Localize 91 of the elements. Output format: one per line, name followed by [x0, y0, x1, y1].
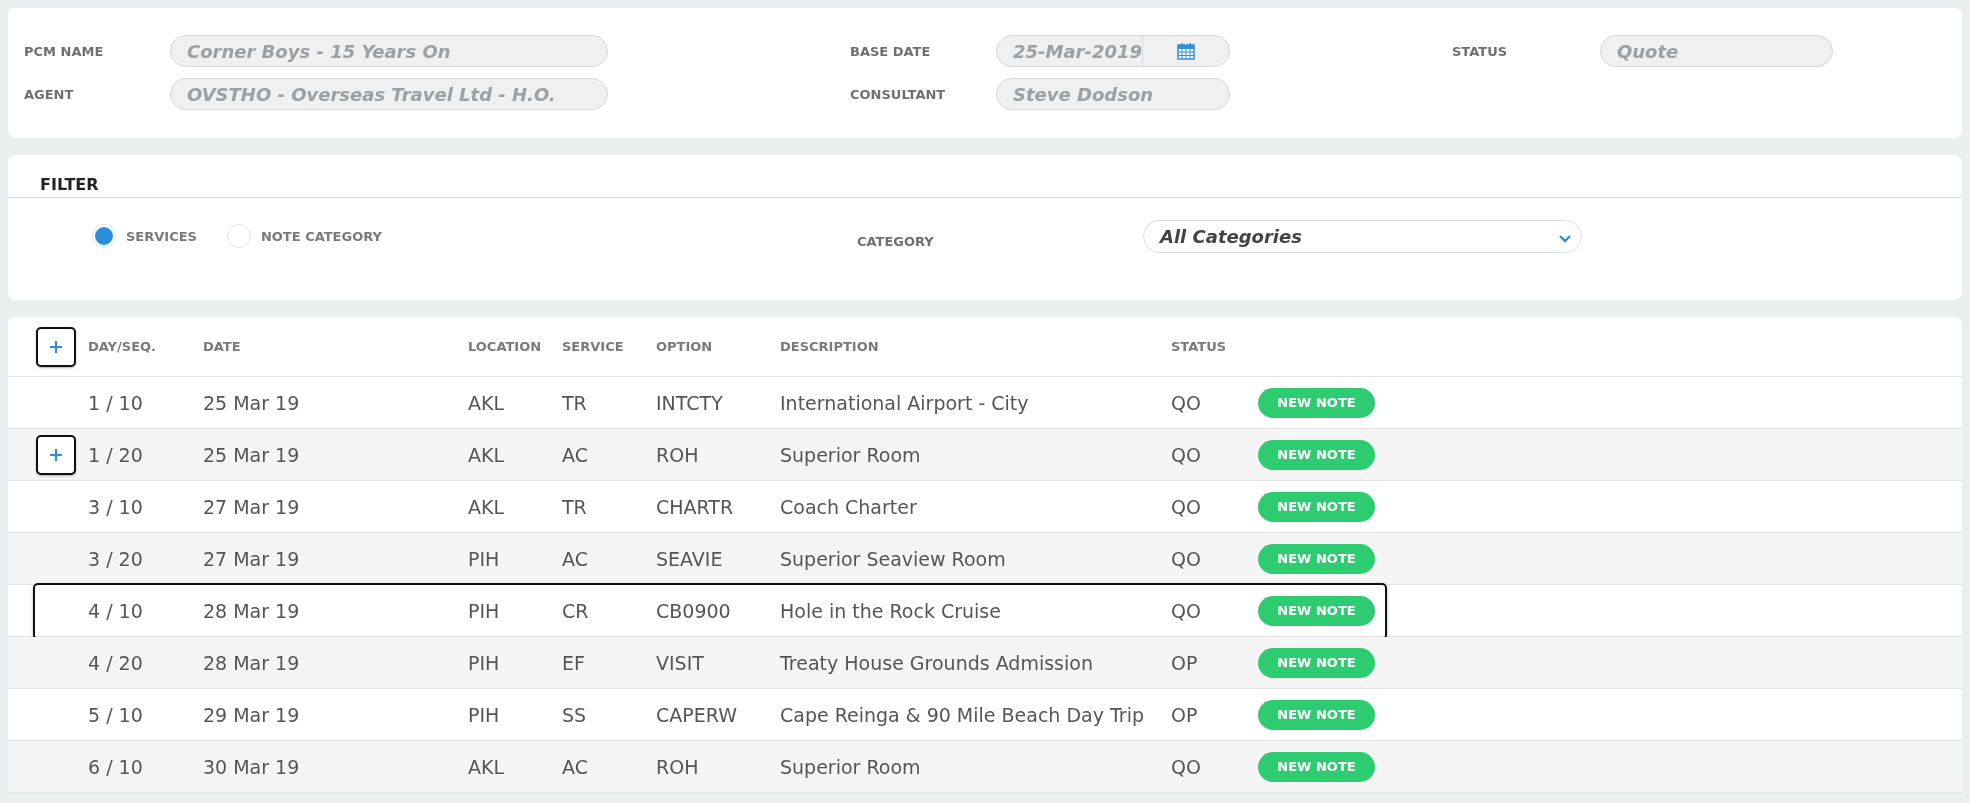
new-note-button[interactable]: NEW NOTE [1258, 595, 1375, 626]
table-cell-text: CHARTR [656, 495, 735, 518]
table-cell-text: CAPERW [656, 703, 738, 726]
table-cell-text: 25 Mar 19 [203, 391, 301, 414]
table-cell-text: Superior Room [780, 755, 922, 778]
table-cell-text: AC [562, 547, 589, 570]
field-label: CONSULTANT [850, 86, 947, 102]
table-cell-text: OP [1171, 703, 1199, 726]
table-cell-text: VISIT [656, 651, 705, 674]
table-cell-text: INTCTY [656, 391, 724, 414]
table-cell-text: SEAVIE [656, 547, 724, 570]
date-field[interactable]: 25-Mar-2019 [996, 35, 1230, 67]
table-cell-text: AC [562, 443, 589, 466]
chevron-down-icon [1559, 234, 1571, 243]
table-cell-text: Hole in the Rock Cruise [780, 599, 1002, 622]
table-cell-text: PIH [468, 599, 501, 622]
table-cell-text: AKL [468, 755, 506, 778]
table-cell-text: ROH [656, 755, 700, 778]
table-cell-text: PIH [468, 703, 501, 726]
table-cell-text: 30 Mar 19 [203, 755, 301, 778]
plus-icon [48, 338, 64, 355]
table-cell-text: Cape Reinga & 90 Mile Beach Day Trip [780, 703, 1145, 726]
new-note-button[interactable]: NEW NOTE [1258, 647, 1375, 678]
table-cell-text: Coach Charter [780, 495, 918, 518]
table-cell-text: Superior Room [780, 443, 922, 466]
text-field[interactable]: Quote [1600, 35, 1833, 67]
plus-icon [48, 446, 64, 463]
new-note-button[interactable]: NEW NOTE [1258, 699, 1375, 730]
text-field[interactable]: OVSTHO - Overseas Travel Ltd - H.O. [170, 78, 608, 110]
new-note-button[interactable]: NEW NOTE [1258, 387, 1375, 418]
column-header: STATUS [1171, 339, 1228, 354]
field-label: STATUS [1452, 43, 1509, 59]
table-cell-text: QO [1171, 599, 1202, 622]
table-cell-text: TR [562, 495, 588, 518]
radio-option[interactable]: NOTE CATEGORY [226, 224, 382, 248]
new-note-button[interactable]: NEW NOTE [1258, 491, 1375, 522]
table-cell-text: 1 / 20 [88, 443, 144, 466]
table-cell-text: QO [1171, 547, 1202, 570]
field-label: BASE DATE [850, 43, 932, 59]
table-cell-text: 5 / 10 [88, 703, 144, 726]
table-cell-text: International Airport - City [780, 391, 1030, 414]
table-cell-text: AKL [468, 495, 506, 518]
table-cell-text: AKL [468, 443, 506, 466]
table-cell-text: PIH [468, 547, 501, 570]
table-cell-text: OP [1171, 651, 1199, 674]
table-cell-text: AC [562, 755, 589, 778]
table-cell-text: CR [562, 599, 590, 622]
radio-option[interactable]: SERVICES [92, 224, 197, 248]
calendar-icon[interactable] [1177, 42, 1195, 60]
column-header: DAY/SEQ. [88, 339, 157, 354]
new-note-button[interactable]: NEW NOTE [1258, 439, 1375, 470]
column-header: DATE [203, 339, 242, 354]
table-cell-text: QO [1171, 391, 1202, 414]
table-cell-text: EF [562, 651, 586, 674]
text-field[interactable]: Steve Dodson [996, 78, 1230, 110]
table-cell-text: QO [1171, 443, 1202, 466]
column-header: SERVICE [562, 339, 625, 354]
field-label: PCM NAME [24, 43, 105, 59]
table-cell-text: 27 Mar 19 [203, 547, 301, 570]
table-cell-text: 25 Mar 19 [203, 443, 301, 466]
table-cell-text: 4 / 10 [88, 599, 144, 622]
column-header: LOCATION [468, 339, 543, 354]
table-cell-text: 6 / 10 [88, 755, 144, 778]
new-note-button[interactable]: NEW NOTE [1258, 751, 1375, 782]
table-cell-text: 4 / 20 [88, 651, 144, 674]
table-cell-text: 29 Mar 19 [203, 703, 301, 726]
add-button[interactable] [36, 326, 76, 367]
table-cell-text: CB0900 [656, 599, 732, 622]
column-header: DESCRIPTION [780, 339, 880, 354]
table-cell-text: ROH [656, 443, 700, 466]
table-cell-text: 28 Mar 19 [203, 651, 301, 674]
table-cell-text: QO [1171, 755, 1202, 778]
table-cell-text: 27 Mar 19 [203, 495, 301, 518]
table-cell-text: 3 / 10 [88, 495, 144, 518]
table-cell-text: AKL [468, 391, 506, 414]
category-label: CATEGORY [857, 232, 935, 249]
column-header: OPTION [656, 339, 714, 354]
table-cell-text: TR [562, 391, 588, 414]
table-cell-text: QO [1171, 495, 1202, 518]
field-label: AGENT [24, 86, 75, 102]
table-cell-text: SS [562, 703, 588, 726]
add-button[interactable] [36, 434, 76, 475]
table-cell-text: PIH [468, 651, 501, 674]
new-note-button[interactable]: NEW NOTE [1258, 543, 1375, 574]
table-cell-text: 1 / 10 [88, 391, 144, 414]
filter-title: FILTER [8, 155, 1962, 198]
table-cell-text: Treaty House Grounds Admission [780, 651, 1094, 674]
text-field[interactable]: Corner Boys - 15 Years On [170, 35, 608, 67]
table-cell-text: Superior Seaview Room [780, 547, 1007, 570]
table-cell-text: 3 / 20 [88, 547, 144, 570]
table-cell-text: 28 Mar 19 [203, 599, 301, 622]
